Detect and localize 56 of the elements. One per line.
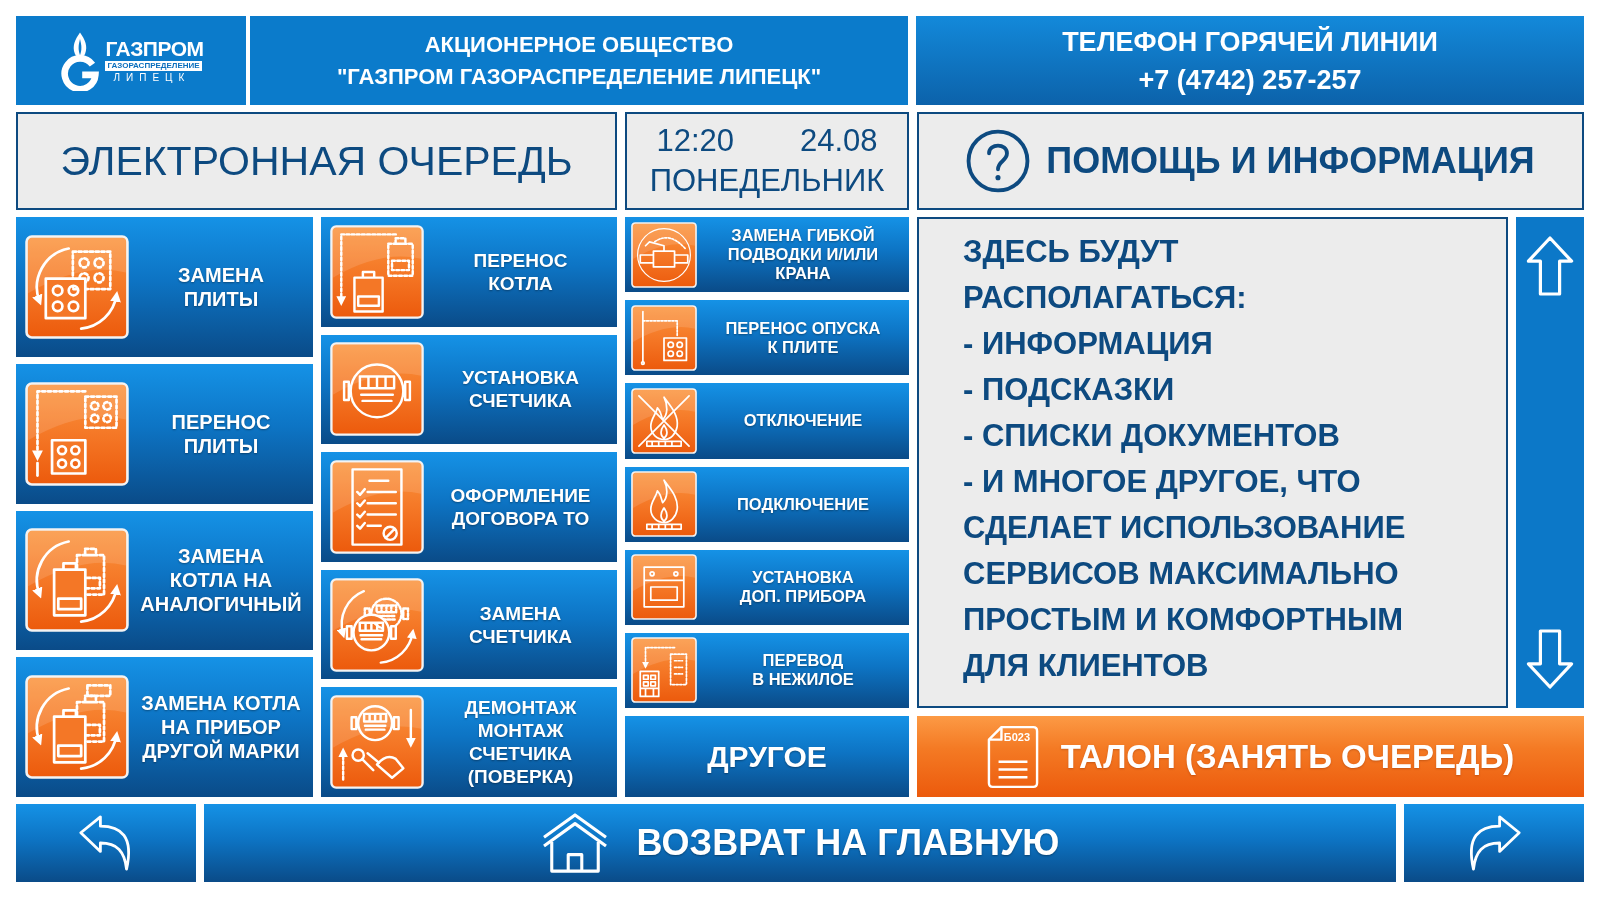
service-button[interactable]: ПЕРЕНОС ОПУСКА К ПЛИТЕ	[625, 300, 909, 376]
clock-time: 12:20	[656, 122, 734, 160]
stove-move-icon	[25, 381, 129, 486]
help-title: ПОМОЩЬ И ИНФОРМАЦИЯ	[1046, 140, 1535, 182]
hotline-title: ТЕЛЕФОН ГОРЯЧЕЙ ЛИНИИ	[1062, 25, 1438, 59]
hotline-phone: +7 (4742) 257-257	[1138, 63, 1362, 97]
building-move-icon	[631, 637, 697, 704]
boiler-swap-icon	[25, 528, 129, 633]
organization-title: АКЦИОНЕРНОЕ ОБЩЕСТВО "ГАЗПРОМ ГАЗОРАСПРЕДЕЛЕНИЕ ЛИПЕЦК"	[250, 16, 908, 105]
clock-date: 24.08	[800, 122, 878, 160]
checklist-document-icon	[330, 460, 424, 554]
home-icon	[540, 812, 609, 874]
service-button[interactable]: ПОДКЛЮЧЕНИЕ	[625, 466, 909, 542]
forward-button[interactable]	[1404, 804, 1584, 882]
down-arrow-icon	[1526, 628, 1574, 690]
service-button[interactable]: ПЕРЕВОД В НЕЖИЛОЕ	[625, 632, 909, 709]
service-button[interactable]: ОФОРМЛЕНИЕ ДОГОВОРА ТО	[321, 452, 617, 562]
info-list-item: - И МНОГОЕ ДРУГОЕ, ЧТО СДЕЛАЕТ ИСПОЛЬЗОВАНИЕ СЕРВИСОВ МАКСИМАЛЬНО ПРОСТЫМ И КОМФОРТНЫМ ДЛЯ КЛИЕНТОВ	[963, 463, 1406, 685]
service-button[interactable]: ОТКЛЮЧЕНИЕ	[625, 383, 909, 459]
document-icon	[986, 724, 1039, 789]
service-button[interactable]: ЗАМЕНА ГИБКОЙ ПОДВОДКИ И/ИЛИ КРАНА	[625, 217, 909, 293]
gas-meter-icon	[330, 342, 424, 437]
pipe-to-stove-icon	[631, 304, 697, 371]
boiler-move-icon	[330, 224, 424, 319]
service-button[interactable]: ЗАМЕНА КОТЛА НА АНАЛОГИЧНЫЙ	[16, 510, 313, 651]
help-icon	[966, 129, 1031, 193]
info-intro: ЗДЕСЬ БУДУТ РАСПОЛАГАТЬСЯ:	[963, 233, 1247, 317]
burner-flame-icon	[631, 471, 697, 538]
stove-swap-icon	[25, 234, 129, 339]
service-button[interactable]: УСТАНОВКА ДОП. ПРИБОРА	[625, 549, 909, 625]
service-button[interactable]: ПЕРЕНОС ПЛИТЫ	[16, 363, 313, 504]
info-list-item: - ИНФОРМАЦИЯ	[963, 325, 1213, 363]
meter-wrench-icon	[330, 695, 424, 790]
clock-weekday: ПОНЕДЕЛЬНИК	[649, 162, 885, 200]
oven-icon	[631, 554, 697, 621]
logo-wordmark: ГАЗПРОМ	[105, 37, 204, 60]
boiler-swap-icon	[25, 675, 129, 780]
service-button[interactable]: ПЕРЕНОС КОТЛА	[321, 217, 617, 327]
service-button[interactable]: ДЕМОНТАЖ МОНТАЖ СЧЕТЧИКА (ПОВЕРКА)	[321, 687, 617, 797]
home-button[interactable]: ВОЗВРАТ НА ГЛАВНУЮ	[204, 804, 1396, 882]
crossed-flame-icon	[631, 387, 697, 454]
service-button[interactable]: УСТАНОВКА СЧЕТЧИКА	[321, 334, 617, 445]
up-arrow-icon	[1526, 235, 1574, 297]
service-button[interactable]: ЗАМЕНА ПЛИТЫ	[16, 217, 313, 357]
logo-subtitle: ГАЗОРАСПРЕДЕЛЕНИЕ	[105, 60, 202, 71]
service-button[interactable]: ЗАМЕНА СЧЕТЧИКА	[321, 569, 617, 680]
queue-title: ЭЛЕКТРОННАЯ ОЧЕРЕДЬ	[16, 112, 617, 210]
back-button[interactable]	[16, 804, 196, 882]
info-list-item: - СПИСКИ ДОКУМЕНТОВ	[963, 417, 1340, 455]
info-list-item: - ПОДСКАЗКИ	[963, 371, 1175, 409]
service-button[interactable]: ДРУГОЕ	[625, 716, 909, 798]
logo-city: ЛИПЕЦК	[112, 71, 191, 84]
meter-swap-icon	[330, 577, 424, 672]
pipe-valve-icon	[631, 221, 697, 288]
service-button[interactable]: ЗАМЕНА КОТЛА НА ПРИБОР ДРУГОЙ МАРКИ	[16, 657, 313, 797]
ticket-number: Б023	[1003, 730, 1031, 743]
